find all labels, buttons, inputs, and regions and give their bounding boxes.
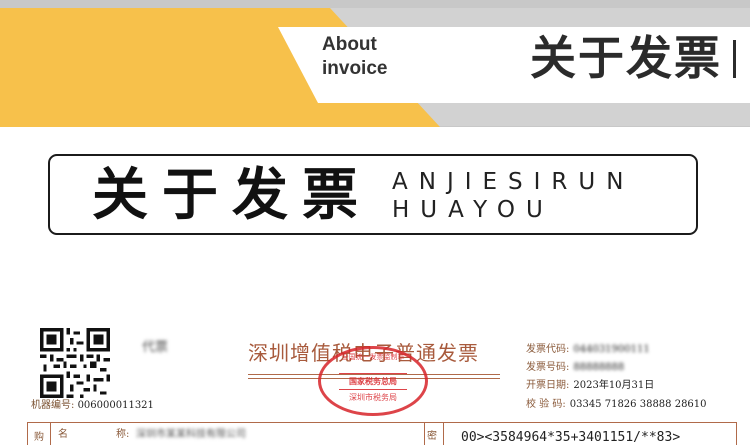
invoice-number-label: 发票号码: bbox=[526, 362, 570, 373]
section-subtitle-line-2: HUAYOU bbox=[392, 197, 554, 223]
name-label: 名 bbox=[58, 429, 68, 440]
seal-bottom-text: 深圳市税务局 bbox=[349, 393, 397, 402]
official-seal: 全国统一发票监制章 国家税务总局 深圳市税务局 bbox=[318, 346, 428, 416]
invoice-number-value: 88888888 bbox=[573, 362, 625, 373]
invoice-sample: 机器编号: 006000011321 代票 深圳增值税电子普通发票 全国统一发票… bbox=[0, 318, 750, 445]
section-subtitle-line-1: ANJIESIRUN bbox=[392, 169, 635, 195]
about-line-1: About bbox=[322, 34, 377, 55]
check-code-label: 校 验 码: bbox=[526, 399, 566, 410]
check-code-row: 校 验 码: 03345 71826 38888 28610 bbox=[526, 399, 707, 411]
header-divider bbox=[733, 40, 736, 78]
check-code-value: 03345 71826 38888 28610 bbox=[569, 399, 707, 410]
copy-tag: 代票 bbox=[142, 340, 169, 355]
secret-label: 密 bbox=[427, 431, 437, 442]
machine-value: 006000011321 bbox=[77, 400, 154, 411]
about-invoice-label: About invoice bbox=[322, 33, 387, 81]
about-line-2: invoice bbox=[322, 58, 388, 79]
section-title-box: 关于发票 ANJIESIRUN HUAYOU bbox=[48, 154, 698, 235]
seal-top-text: 全国统一发票监制章 bbox=[341, 353, 405, 361]
header-banner: About invoice 关于发票 bbox=[0, 0, 750, 127]
name-label-suffix: 称: bbox=[116, 429, 130, 440]
cipher-text: 00><3584964*35+3401151/**83> bbox=[461, 430, 681, 445]
section-title: 关于发票 bbox=[92, 163, 372, 228]
invoice-date-label: 开票日期: bbox=[526, 380, 570, 391]
seal-middle-text: 国家税务总局 bbox=[339, 373, 407, 390]
invoice-code-row: 发票代码: 044031900111 bbox=[526, 344, 650, 356]
invoice-date-value: 2023年10月31日 bbox=[573, 380, 655, 391]
machine-number: 机器编号: 006000011321 bbox=[31, 400, 154, 412]
qr-code-icon bbox=[40, 328, 110, 398]
invoice-code-value: 044031900111 bbox=[573, 344, 650, 355]
header-title: 关于发票 bbox=[530, 31, 722, 85]
buyer-name: 深圳市某某科技有限公司 bbox=[136, 429, 246, 440]
machine-label: 机器编号: bbox=[31, 400, 75, 411]
invoice-number-row: 发票号码: 88888888 bbox=[526, 362, 624, 374]
buyer-table: 购 名 称: 深圳市某某科技有限公司 密 00><3584964*35+3401… bbox=[27, 422, 737, 445]
buyer-label: 购 bbox=[34, 432, 44, 443]
invoice-code-label: 发票代码: bbox=[526, 344, 570, 355]
invoice-date-row: 开票日期: 2023年10月31日 bbox=[526, 380, 654, 392]
